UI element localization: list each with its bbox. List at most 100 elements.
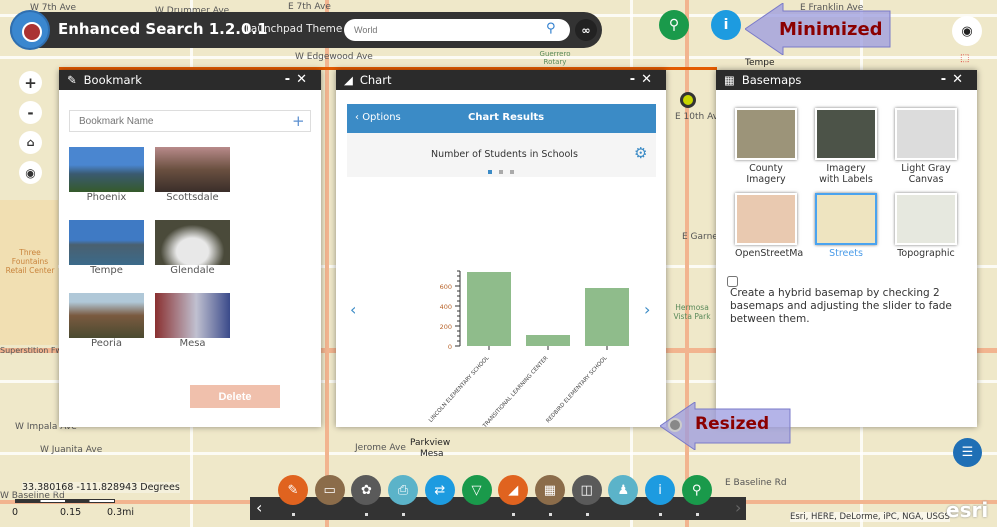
toolbar-next-button[interactable]: › (735, 498, 741, 517)
info-icon: i (658, 482, 662, 498)
chart-widget-button[interactable]: ◢ (498, 475, 529, 505)
basemap-thumbnail (735, 108, 797, 160)
y-tick-label: 200 (440, 323, 452, 331)
split-widget-button[interactable]: ◫ (571, 475, 602, 505)
bookmark-item[interactable]: Peoria (69, 293, 144, 349)
minimize-button[interactable]: - (630, 72, 641, 87)
bar (585, 288, 629, 346)
hybrid-checkbox[interactable] (727, 276, 738, 287)
location-marker[interactable] (680, 92, 696, 108)
panel-title: Basemaps (741, 73, 802, 87)
app-logo (10, 10, 50, 50)
map-label: W Edgewood Ave (295, 52, 373, 62)
bookmark-icon: ✎ (67, 73, 77, 87)
delete-button[interactable]: Delete (190, 385, 280, 408)
minimize-button[interactable]: - (941, 72, 952, 87)
x-tick-label: LINCOLN ELEMENTARY SCHOOL (428, 355, 491, 424)
search-widget-button[interactable]: ⚲ (659, 10, 689, 40)
toolbar-prev-button[interactable]: ‹ (256, 498, 262, 517)
open-indicator (659, 513, 662, 516)
basemap-item[interactable]: County Imagery (735, 108, 797, 185)
bookmark-item[interactable]: Tempe (69, 220, 144, 276)
search-widget-button[interactable]: ⚲ (681, 475, 712, 505)
basemap-item[interactable]: Light Gray Canvas (895, 108, 957, 185)
panel-title: Bookmark (83, 73, 142, 87)
share-link-button[interactable]: ∞ (575, 19, 597, 41)
open-indicator (365, 513, 369, 516)
search-icon[interactable]: ⚲ (546, 21, 556, 36)
coordinates-readout: 33.380168 -111.828943 Degrees (22, 482, 180, 493)
map-label: W Juanita Ave (40, 445, 103, 455)
bookmark-icon: ✎ (287, 482, 299, 498)
open-indicator (512, 513, 516, 516)
bookmark-widget-button[interactable]: ✎ (278, 475, 308, 505)
chart-next-button[interactable]: › (644, 300, 650, 319)
basemap-icon: ▦ (724, 73, 735, 87)
open-indicator (548, 513, 552, 516)
page-dot[interactable] (499, 170, 503, 174)
close-button[interactable]: ✕ (641, 72, 658, 87)
scale-label: 0 (12, 507, 19, 518)
print-widget-button[interactable]: ⎙ (388, 475, 419, 505)
map-label: Jerome Ave (355, 443, 406, 453)
basemap-widget-button[interactable]: ▦ (534, 475, 565, 505)
add-bookmark-button[interactable]: + (292, 112, 305, 130)
home-button[interactable]: ⌂ (19, 131, 42, 154)
basemap-item[interactable]: Topographic (895, 193, 957, 259)
info-widget-button[interactable]: i (645, 475, 675, 505)
app-subtitle: Launchpad Theme (245, 23, 343, 35)
chart-icon: ◢ (344, 73, 353, 87)
search-icon: ⚲ (691, 482, 702, 498)
chart-title: Number of Students in Schools (431, 149, 578, 160)
close-button[interactable]: ✕ (296, 72, 313, 87)
app-title: Enhanced Search 1.2.0.1 (58, 20, 268, 38)
search-input[interactable] (344, 19, 570, 41)
resized-callout-label: Resized (695, 414, 770, 434)
filter-widget-button[interactable]: ▽ (461, 475, 492, 505)
panel-title: Chart (359, 73, 392, 87)
eye-off-button[interactable]: ◉ (952, 16, 982, 46)
chart-prev-button[interactable]: ‹ (350, 300, 356, 319)
basemap-item[interactable]: OpenStreetMa (735, 193, 803, 259)
street-view-icon: ♟ (617, 482, 630, 498)
swipe-widget-button[interactable]: ⇄ (424, 475, 455, 505)
basemap-item[interactable]: Streets (815, 193, 877, 259)
locate-button[interactable]: ◉ (19, 161, 42, 184)
settings-gear-icon[interactable]: ⚙ (634, 144, 647, 162)
basemap-thumbnail (735, 193, 797, 245)
bookmark-item[interactable]: Scottsdale (155, 147, 230, 203)
bookmark-item[interactable]: Mesa (155, 293, 230, 349)
basemap-thumbnail (895, 108, 957, 160)
fullscreen-icon[interactable]: ⬚ (960, 53, 969, 64)
close-button[interactable]: ✕ (952, 72, 969, 87)
minimize-button[interactable]: - (285, 72, 296, 87)
filter-icon: ▽ (471, 482, 482, 498)
print-icon: ⎙ (397, 482, 409, 498)
zoom-out-button[interactable]: - (19, 101, 42, 124)
measure-widget-button[interactable]: ▭ (314, 475, 345, 505)
map-label: Parkview (410, 438, 451, 448)
resize-handle[interactable] (668, 418, 682, 432)
bar (467, 272, 511, 346)
chart-results-title: Chart Results (468, 112, 545, 123)
swipe-icon: ⇄ (434, 482, 446, 498)
page-dot[interactable] (510, 170, 514, 174)
bookmark-item[interactable]: Glendale (155, 220, 230, 276)
info-widget-button[interactable]: i (711, 10, 741, 40)
measure-icon: ▭ (323, 482, 336, 498)
hybrid-description: Create a hybrid basemap by checking 2 ba… (730, 287, 952, 325)
basemap-thumbnail (815, 193, 877, 245)
options-back-button[interactable]: ‹ Options (355, 112, 401, 123)
y-tick-label: 400 (440, 303, 452, 311)
bookmark-name-input[interactable] (69, 110, 311, 132)
bar-chart: 0200400600LINCOLN ELEMENTARY SCHOOLMESA … (428, 270, 629, 427)
zoom-in-button[interactable]: + (19, 71, 42, 94)
basemap-item[interactable]: Imagery with Labels (815, 108, 877, 185)
bookmark-item[interactable]: Phoenix (69, 147, 144, 203)
minimized-callout-label: Minimized (779, 19, 883, 40)
page-dot-active[interactable] (488, 170, 492, 174)
layer-list-button[interactable]: ☰ (953, 438, 982, 467)
basemap-thumbnail (895, 193, 957, 245)
map-label: Guerrero Rotary (539, 50, 571, 66)
map-label: Three Fountains Retail Center (5, 248, 55, 275)
